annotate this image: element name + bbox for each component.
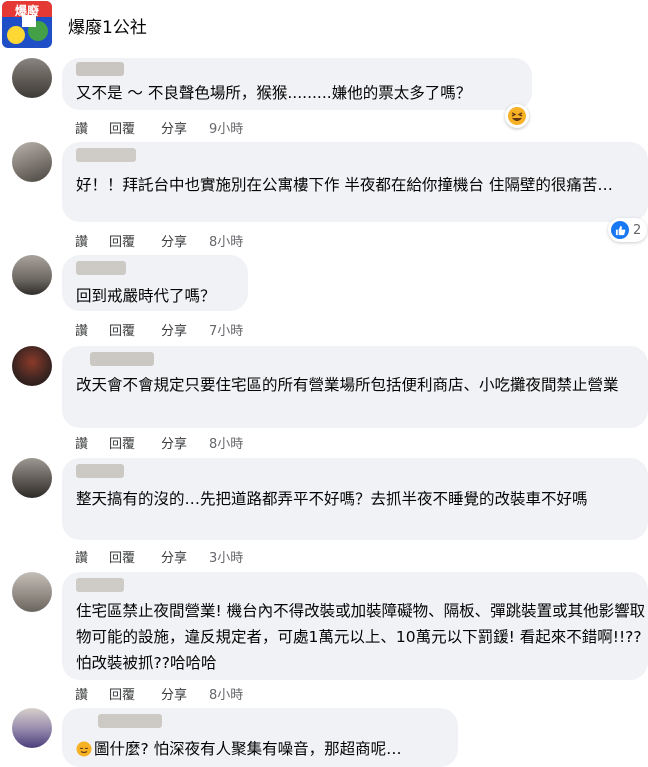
page-header: 爆廢 爆廢1公社 bbox=[0, 0, 648, 50]
share-link[interactable]: 分享 bbox=[161, 547, 209, 566]
comment-bubble: 住宅區禁止夜間營業! 機台內不得改裝或加裝障礙物、隔板、彈跳裝置或其他影響取物可… bbox=[62, 572, 648, 680]
share-link[interactable]: 分享 bbox=[161, 118, 209, 137]
comment-text: 回到戒嚴時代了嗎？ bbox=[76, 287, 216, 305]
share-link[interactable]: 分享 bbox=[161, 320, 209, 339]
like-link[interactable]: 讚 bbox=[75, 118, 109, 137]
comment-actions: 讚 回覆 分享 8小時 bbox=[75, 433, 243, 452]
reply-link[interactable]: 回覆 bbox=[109, 118, 161, 137]
commenter-avatar[interactable] bbox=[12, 142, 52, 182]
comment-actions: 讚 回覆 分享 8小時 bbox=[75, 231, 243, 250]
reply-link[interactable]: 回覆 bbox=[109, 231, 161, 250]
comment-text: 整天搞有的沒的…先把道路都弄平不好嗎？去抓半夜不睡覺的改裝車不好嗎 bbox=[76, 490, 588, 508]
page-logo-icon: 爆廢 bbox=[2, 1, 52, 48]
comment-author-blurred[interactable] bbox=[76, 464, 124, 478]
comment-bubble: 改天會不會規定只要住宅區的所有營業場所包括便利商店、小吃攤夜間禁止營業 bbox=[62, 346, 648, 428]
comment-bubble: 又不是 ～ 不良聲色場所，猴猴.........嫌他的票太多了嗎？ bbox=[62, 58, 532, 110]
comment-author-blurred[interactable] bbox=[76, 261, 126, 275]
like-link[interactable]: 讚 bbox=[75, 433, 109, 452]
comment-text: 改天會不會規定只要住宅區的所有營業場所包括便利商店、小吃攤夜間禁止營業 bbox=[76, 376, 619, 394]
comment-time[interactable]: 8小時 bbox=[209, 231, 243, 250]
reply-link[interactable]: 回覆 bbox=[109, 684, 161, 703]
commenter-avatar[interactable] bbox=[12, 458, 52, 498]
comment-bubble: 好！！拜託台中也實施別在公寓樓下作 半夜都在給你撞機台 住隔壁的很痛苦… bbox=[62, 142, 648, 222]
comment-text: 住宅區禁止夜間營業! 機台內不得改裝或加裝障礙物、隔板、彈跳裝置或其他影響取物可… bbox=[76, 602, 646, 672]
reaction-count: 2 bbox=[633, 222, 642, 238]
comment-author-blurred[interactable] bbox=[76, 578, 124, 592]
comment-author-blurred[interactable] bbox=[76, 148, 136, 162]
comment-time[interactable]: 3小時 bbox=[209, 547, 243, 566]
like-link[interactable]: 讚 bbox=[75, 320, 109, 339]
comment-bubble: 回到戒嚴時代了嗎？ bbox=[62, 255, 248, 311]
comment-actions: 讚 回覆 分享 8小時 bbox=[75, 684, 243, 703]
like-reaction-icon bbox=[611, 221, 629, 239]
comment-author-blurred[interactable] bbox=[98, 714, 162, 728]
laughing-emoji-icon[interactable] bbox=[505, 104, 529, 128]
comment-author-blurred[interactable] bbox=[90, 352, 154, 366]
reply-link[interactable]: 回覆 bbox=[109, 320, 161, 339]
like-link[interactable]: 讚 bbox=[75, 231, 109, 250]
comment-bubble: 圖什麼? 怕深夜有人聚集有噪音，那超商呢… bbox=[62, 708, 458, 767]
comment-text: 又不是 ～ 不良聲色場所，猴猴.........嫌他的票太多了嗎？ bbox=[76, 84, 472, 102]
like-link[interactable]: 讚 bbox=[75, 684, 109, 703]
commenter-avatar[interactable] bbox=[12, 58, 52, 98]
page-name[interactable]: 爆廢1公社 bbox=[68, 13, 147, 38]
comment-time[interactable]: 7小時 bbox=[209, 320, 243, 339]
share-link[interactable]: 分享 bbox=[161, 433, 209, 452]
commenter-avatar[interactable] bbox=[12, 708, 52, 748]
page-avatar[interactable]: 爆廢 bbox=[2, 1, 52, 48]
comment-time[interactable]: 8小時 bbox=[209, 684, 243, 703]
reply-link[interactable]: 回覆 bbox=[109, 433, 161, 452]
reply-link[interactable]: 回覆 bbox=[109, 547, 161, 566]
like-link[interactable]: 讚 bbox=[75, 547, 109, 566]
page-logo-text: 爆廢 bbox=[15, 3, 40, 18]
comment-time[interactable]: 9小時 bbox=[209, 118, 243, 137]
comment-text: 圖什麼? 怕深夜有人聚集有噪音，那超商呢… bbox=[94, 740, 402, 758]
commenter-avatar[interactable] bbox=[12, 346, 52, 386]
comment-actions: 讚 回覆 分享 7小時 bbox=[75, 320, 243, 339]
relieved-face-icon bbox=[76, 741, 92, 757]
comment-text: 好！！拜託台中也實施別在公寓樓下作 半夜都在給你撞機台 住隔壁的很痛苦… bbox=[76, 176, 613, 194]
comment-actions: 讚 回覆 分享 9小時 bbox=[75, 118, 243, 137]
share-link[interactable]: 分享 bbox=[161, 684, 209, 703]
comment-bubble: 整天搞有的沒的…先把道路都弄平不好嗎？去抓半夜不睡覺的改裝車不好嗎 bbox=[62, 458, 648, 540]
share-link[interactable]: 分享 bbox=[161, 231, 209, 250]
comment-time[interactable]: 8小時 bbox=[209, 433, 243, 452]
reaction-count-badge[interactable]: 2 bbox=[608, 218, 648, 242]
commenter-avatar[interactable] bbox=[12, 255, 52, 295]
comment-actions: 讚 回覆 分享 3小時 bbox=[75, 547, 243, 566]
comment-author-blurred[interactable] bbox=[76, 62, 124, 76]
commenter-avatar[interactable] bbox=[12, 572, 52, 612]
